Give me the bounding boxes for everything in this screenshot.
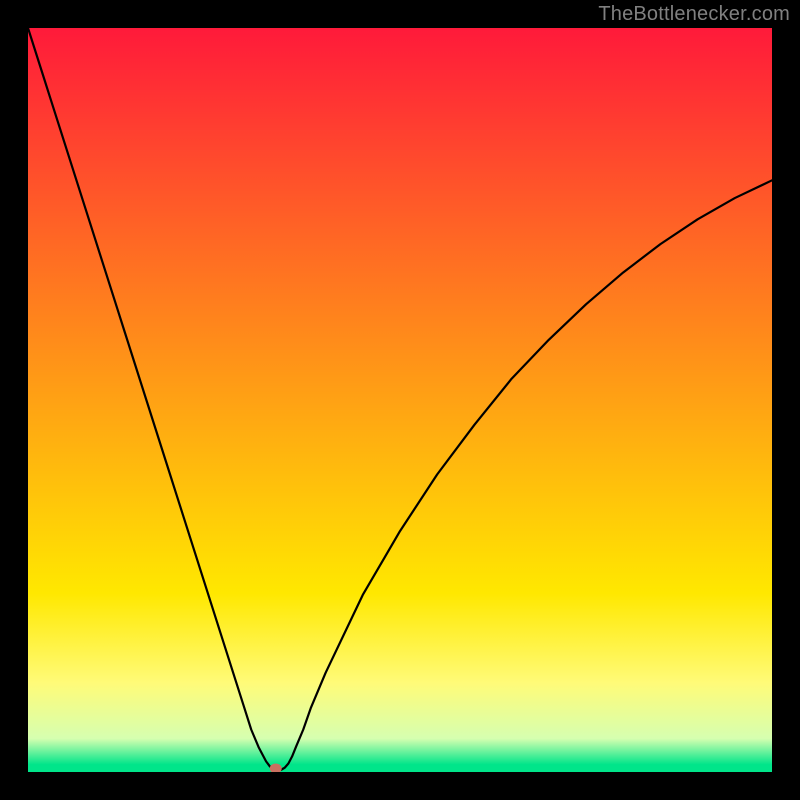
plot-area (28, 28, 772, 772)
gradient-background (28, 28, 772, 772)
chart-svg (28, 28, 772, 772)
watermark: TheBottlenecker.com (598, 3, 790, 26)
chart-frame: TheBottlenecker.com (0, 0, 800, 800)
